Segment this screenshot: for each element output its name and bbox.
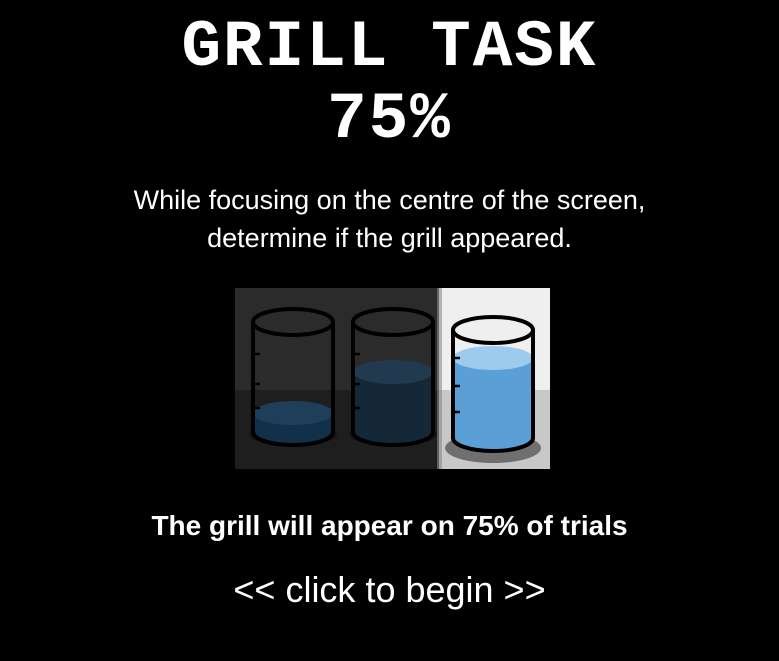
title-line-task: GRILL TASK [181, 10, 598, 85]
beakers-image [235, 288, 550, 469]
begin-button[interactable]: << click to begin >> [0, 567, 779, 613]
page-title: GRILL TASK 75% [0, 12, 779, 156]
instructions-line-2: determine if the grill appeared. [207, 223, 572, 253]
title-line-percent: 75% [327, 82, 452, 157]
beakers-illustration [235, 288, 550, 469]
trial-probability-note: The grill will appear on 75% of trials [151, 510, 628, 541]
instructions-line-1: While focusing on the centre of the scre… [133, 185, 646, 215]
instructions: While focusing on the centre of the scre… [0, 181, 779, 257]
panel-divider [437, 288, 442, 469]
